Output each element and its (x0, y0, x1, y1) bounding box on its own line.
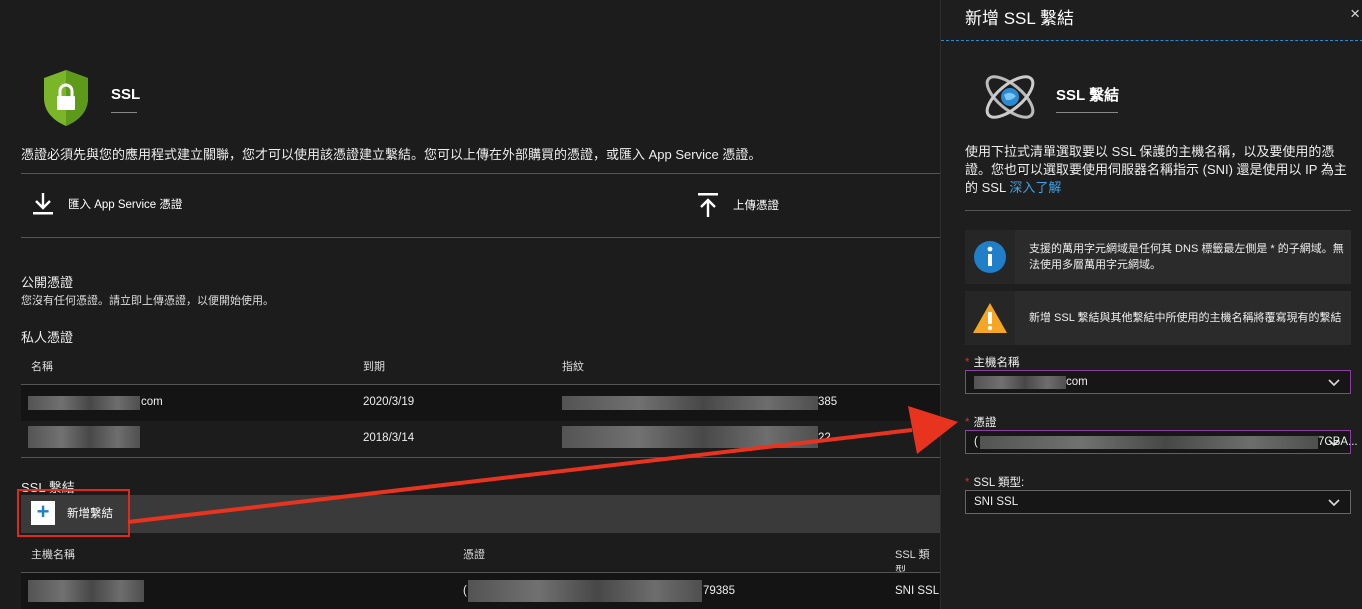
panel-description: 使用下拉式清單選取要以 SSL 保護的主機名稱，以及要使用的憑證。您也可以選取要… (965, 143, 1351, 197)
hostname-dropdown[interactable]: com (965, 370, 1351, 394)
panel-subtitle: SSL 繫結 (1056, 87, 1120, 104)
redacted-hostname (974, 376, 1066, 389)
certificate-dropdown[interactable]: ( 7CBA... (965, 430, 1358, 454)
divider (21, 237, 940, 238)
cert-name-suffix: com (141, 396, 163, 408)
ssl-blade: SSL 憑證必須先與您的應用程式建立關聯，您才可以使用該憑證建立繫結。您可以上傳… (0, 0, 940, 609)
divider (965, 210, 1351, 211)
required-mark: * (965, 477, 970, 489)
warning-notice-text: 新增 SSL 繫結與其他繫結中所使用的主機名稱將覆寫現有的繫結 (1029, 312, 1342, 324)
ssl-type-label-text: SSL 類型: (973, 477, 1025, 489)
close-icon[interactable]: × (1350, 4, 1360, 24)
subtitle-underline (1056, 112, 1118, 113)
chevron-down-icon (1328, 499, 1340, 507)
certificate-label: * 憑證 (965, 414, 996, 430)
panel-header-divider (941, 40, 1362, 41)
redacted-thumbprint (562, 396, 818, 410)
certificate-value-prefix: ( (974, 436, 978, 448)
shield-lock-icon (44, 70, 88, 126)
ssl-globe-icon (985, 75, 1035, 119)
redacted-hostname (28, 580, 144, 602)
upload-cert-button[interactable]: 上傳憑證 (697, 192, 779, 218)
private-certs-title: 私人憑證 (21, 330, 74, 345)
add-binding-button[interactable]: + 新增繫結 (17, 489, 130, 537)
info-notice-text: 支援的萬用字元網域是任何其 DNS 標籤最左側是 * 的子網域。無法使用多層萬用… (1029, 243, 1344, 271)
certificate-value-suffix: 7CBA... (1318, 436, 1358, 448)
binding-cert-suffix: 79385 (703, 585, 735, 597)
ssl-type-dropdown[interactable]: SNI SSL (965, 490, 1351, 514)
download-icon (33, 193, 53, 215)
column-header-hostname: 主機名稱 (31, 549, 75, 561)
redacted-certificate (980, 436, 1318, 449)
info-icon (965, 230, 1015, 284)
import-label: 匯入 App Service 憑證 (68, 199, 183, 211)
column-header-name: 名稱 (31, 361, 53, 373)
page-title: SSL (111, 86, 141, 103)
column-header-thumbprint: 指紋 (562, 361, 584, 373)
binding-ssl-type: SNI SSL (895, 585, 940, 597)
required-mark: * (965, 417, 970, 429)
upload-label: 上傳憑證 (733, 200, 779, 212)
cert-thumbprint-suffix: 385 (818, 396, 838, 408)
public-certs-empty-text: 您沒有任何憑證。請立即上傳憑證，以便開始使用。 (21, 295, 274, 307)
redacted-certificate (468, 580, 702, 602)
divider (21, 173, 940, 174)
hostname-value-suffix: com (1066, 376, 1088, 388)
public-certs-title: 公開憑證 (21, 275, 74, 290)
title-underline (111, 112, 137, 113)
plus-icon: + (31, 501, 55, 525)
bindings-command-bar (21, 495, 940, 533)
info-notice: 支援的萬用字元網域是任何其 DNS 標籤最左側是 * 的子網域。無法使用多層萬用… (965, 230, 1351, 284)
cert-expiry: 2020/3/19 (363, 396, 415, 408)
redacted-thumbprint (562, 426, 818, 448)
cert-thumbprint-suffix: 22 (818, 432, 831, 444)
hostname-label: * 主機名稱 (965, 354, 1019, 370)
certificate-label-text: 憑證 (973, 417, 997, 429)
redacted-name (28, 396, 140, 410)
panel-title: 新增 SSL 繫結 (965, 9, 1074, 28)
add-binding-label: 新增繫結 (67, 508, 113, 520)
chevron-down-icon (1328, 379, 1340, 387)
hostname-label-text: 主機名稱 (973, 357, 1020, 369)
add-ssl-binding-panel: 新增 SSL 繫結 × SSL 繫結 使用下拉式清單選取要以 SSL 保護的主機… (940, 0, 1362, 609)
cert-expiry: 2018/3/14 (363, 432, 415, 444)
divider (21, 457, 940, 458)
learn-more-link[interactable]: 深入了解 (1009, 180, 1061, 195)
ssl-type-label: * SSL 類型: (965, 474, 1024, 490)
certificate-description: 憑證必須先與您的應用程式建立關聯，您才可以使用該憑證建立繫結。您可以上傳在外部購… (21, 147, 762, 162)
import-app-service-cert-button[interactable]: 匯入 App Service 憑證 (32, 192, 182, 216)
warning-notice: 新增 SSL 繫結與其他繫結中所使用的主機名稱將覆寫現有的繫結 (965, 291, 1351, 345)
binding-cert-prefix: ( (463, 585, 467, 597)
upload-icon (698, 193, 718, 217)
redacted-name (28, 426, 140, 448)
ssl-type-value: SNI SSL (974, 496, 1019, 508)
column-header-certificate: 憑證 (463, 549, 485, 561)
warning-icon (965, 291, 1015, 345)
column-header-expiry: 到期 (363, 361, 385, 373)
required-mark: * (965, 357, 970, 369)
